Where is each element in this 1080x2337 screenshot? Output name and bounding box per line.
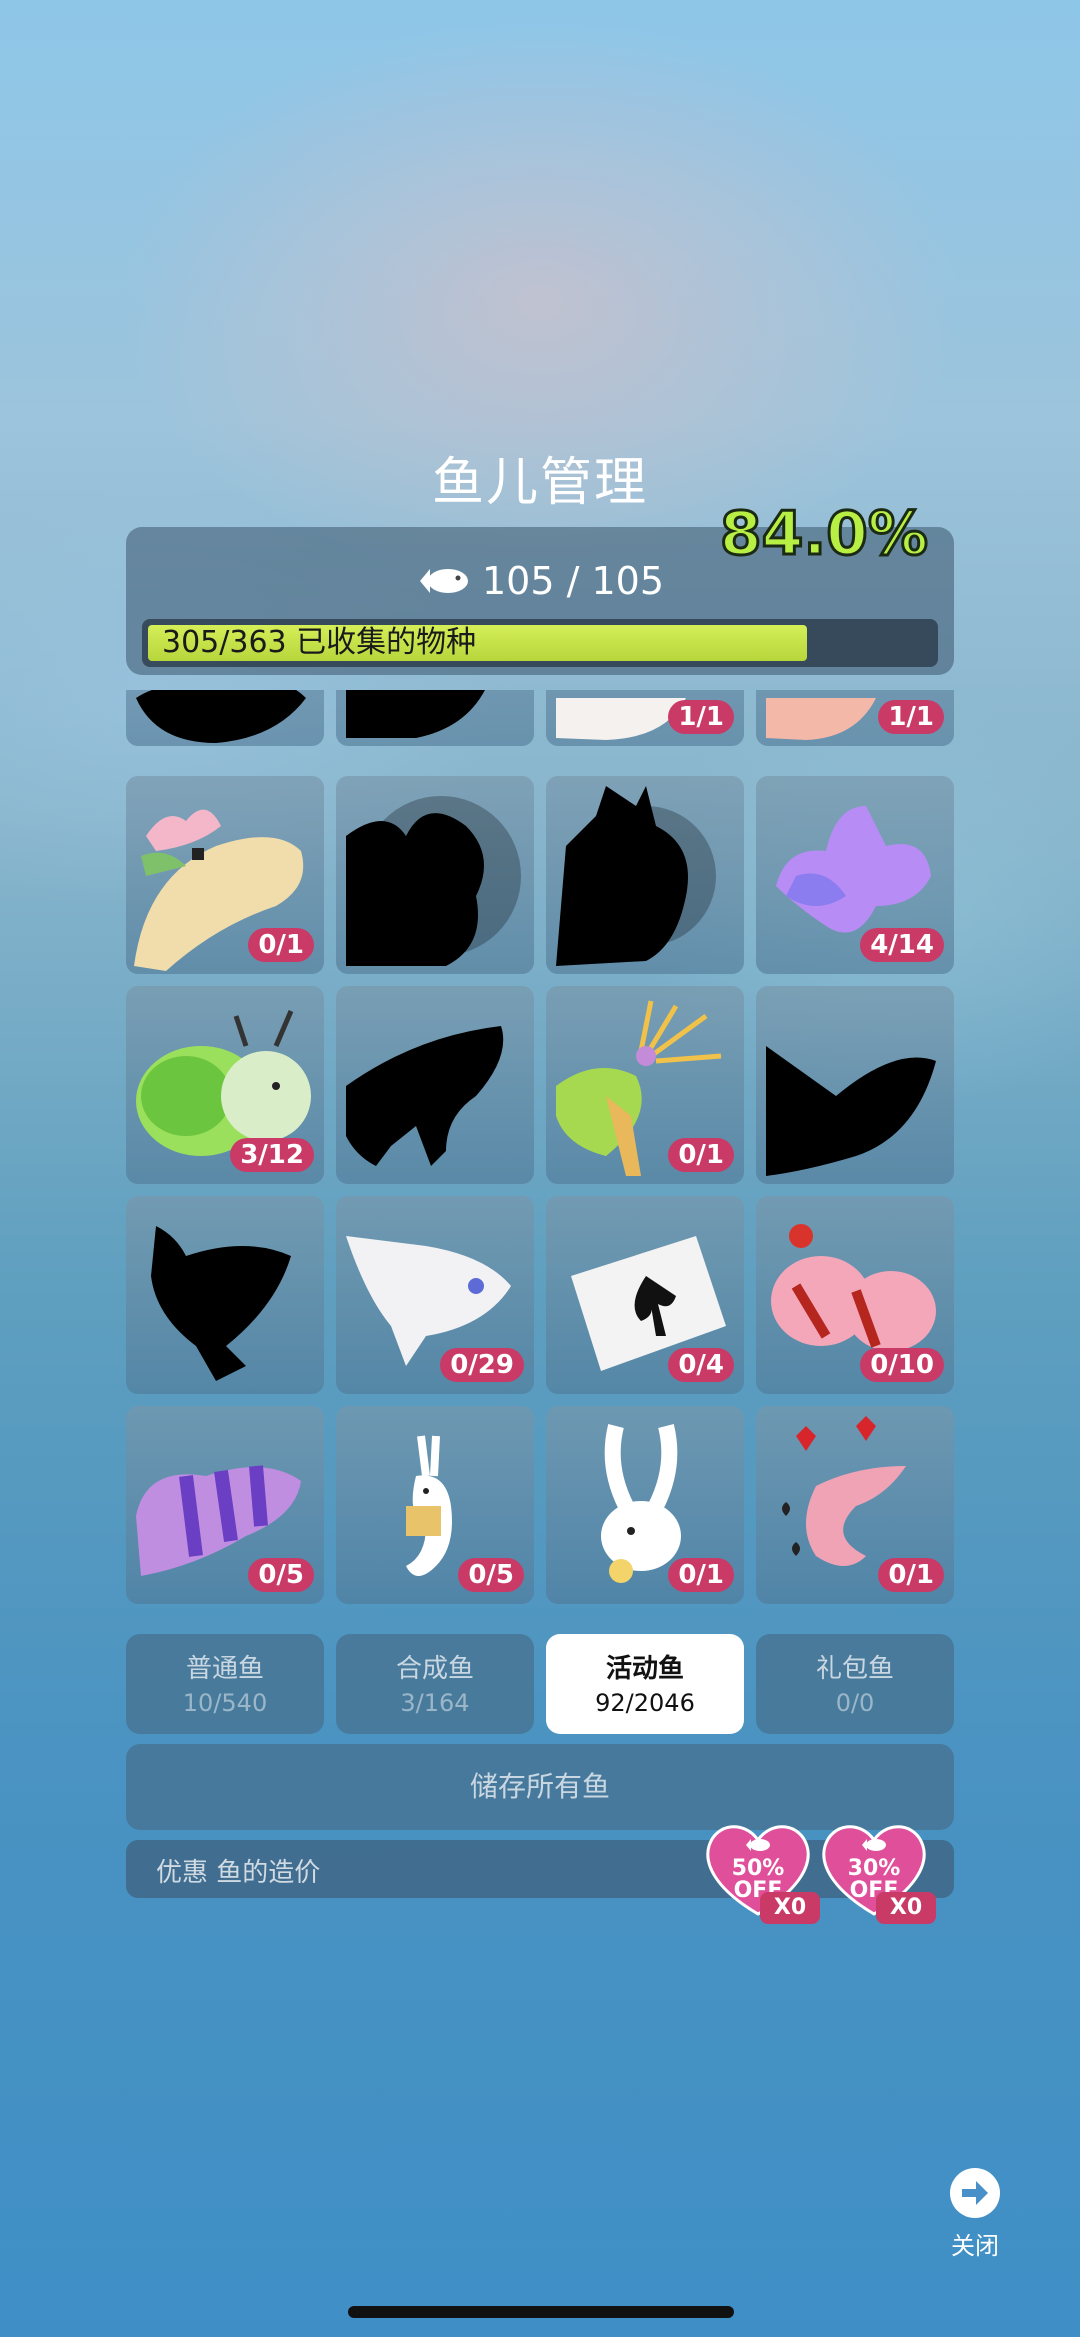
fish-card[interactable]: 0/1 bbox=[756, 1406, 954, 1604]
count-badge: 0/1 bbox=[878, 1558, 944, 1592]
count-badge: 1/1 bbox=[668, 700, 734, 734]
silhouette-fish-icon bbox=[766, 1046, 936, 1176]
fish-card[interactable]: 3/12 bbox=[126, 986, 324, 1184]
fish-icon bbox=[862, 1839, 886, 1851]
silhouette-fish-icon bbox=[346, 796, 521, 966]
fish-icon bbox=[746, 1839, 770, 1851]
fish-card[interactable]: 0/1 bbox=[126, 776, 324, 974]
coupon-quantity: X0 bbox=[760, 1892, 820, 1924]
tab-label: 活动鱼 bbox=[605, 1654, 684, 1684]
silhouette-fish-icon bbox=[136, 690, 306, 743]
collection-header: 105 / 105 305/363 已收集的物种 84.0% bbox=[126, 498, 954, 675]
fish-card[interactable]: 0/5 bbox=[126, 1406, 324, 1604]
count-badge: 4/14 bbox=[860, 928, 944, 962]
category-tabs: 普通鱼 10/540 合成鱼 3/164 活动鱼 92/2046 礼包鱼 0/0 bbox=[126, 1634, 954, 1734]
fish-card[interactable] bbox=[336, 986, 534, 1184]
tab-count: 0/0 bbox=[835, 1689, 875, 1717]
count-badge: 0/29 bbox=[440, 1348, 524, 1382]
fish-card[interactable]: 0/5 bbox=[336, 1406, 534, 1604]
fish-card[interactable] bbox=[336, 776, 534, 974]
silhouette-fish-icon bbox=[556, 786, 716, 966]
home-indicator[interactable] bbox=[348, 2306, 734, 2318]
collection-percent: 84.0% bbox=[718, 498, 929, 571]
tab-count: 92/2046 bbox=[595, 1689, 695, 1717]
fish-card[interactable] bbox=[546, 776, 744, 974]
fish-card[interactable]: 4/14 bbox=[756, 776, 954, 974]
tab-label: 普通鱼 bbox=[185, 1654, 264, 1684]
collection-progress-bar: 305/363 已收集的物种 bbox=[142, 619, 938, 667]
tab-normal-fish[interactable]: 普通鱼 10/540 bbox=[126, 1634, 324, 1734]
count-badge: 0/1 bbox=[248, 928, 314, 962]
tab-count: 10/540 bbox=[182, 1689, 268, 1717]
tab-count: 3/164 bbox=[400, 1689, 470, 1717]
count-badge: 0/5 bbox=[248, 1558, 314, 1592]
arrow-right-icon bbox=[950, 2168, 1000, 2218]
fish-icon bbox=[419, 569, 468, 593]
fish-card[interactable]: 0/1 bbox=[546, 1406, 744, 1604]
tab-event-fish[interactable]: 活动鱼 92/2046 bbox=[546, 1634, 744, 1734]
count-badge: 0/5 bbox=[458, 1558, 524, 1592]
close-button[interactable]: 关闭 bbox=[945, 2168, 1005, 2261]
count-badge: 0/1 bbox=[668, 1558, 734, 1592]
fish-card[interactable] bbox=[126, 1196, 324, 1394]
close-label: 关闭 bbox=[951, 2232, 999, 2260]
tab-label: 礼包鱼 bbox=[815, 1654, 894, 1684]
fish-card[interactable] bbox=[126, 690, 324, 746]
coupon-percent: 50% bbox=[731, 1856, 785, 1881]
coupon-50-off[interactable]: 50% OFF X0 bbox=[704, 1818, 820, 1926]
silhouette-fish-icon bbox=[346, 1026, 504, 1166]
tab-merged-fish[interactable]: 合成鱼 3/164 bbox=[336, 1634, 534, 1734]
fish-card[interactable]: 1/1 bbox=[756, 690, 954, 746]
fish-card[interactable]: 0/10 bbox=[756, 1196, 954, 1394]
count-badge: 0/1 bbox=[668, 1138, 734, 1172]
fish-card[interactable]: 0/29 bbox=[336, 1196, 534, 1394]
count-badge: 0/10 bbox=[860, 1348, 944, 1382]
collection-label: 305/363 已收集的物种 bbox=[162, 625, 477, 660]
coupon-quantity: X0 bbox=[876, 1892, 936, 1924]
fish-card[interactable] bbox=[336, 690, 534, 746]
fish-card[interactable]: 0/4 bbox=[546, 1196, 744, 1394]
fish-grid: 1/1 1/1 0/1 4/14 3/12 0/1 0/29 0/4 0/10 … bbox=[126, 690, 954, 1610]
count-badge: 1/1 bbox=[878, 700, 944, 734]
count-badge: 0/4 bbox=[668, 1348, 734, 1382]
silhouette-fish-icon bbox=[346, 690, 485, 738]
fish-card[interactable] bbox=[756, 986, 954, 1184]
fish-card[interactable]: 1/1 bbox=[546, 690, 744, 746]
fish-card[interactable]: 0/1 bbox=[546, 986, 744, 1184]
coupon-30-off[interactable]: 30% OFF X0 bbox=[820, 1818, 936, 1926]
discount-label: 优惠 鱼的造价 bbox=[156, 1858, 321, 1888]
tab-label: 合成鱼 bbox=[395, 1654, 474, 1684]
silhouette-fish-icon bbox=[151, 1226, 291, 1381]
tab-gift-fish[interactable]: 礼包鱼 0/0 bbox=[756, 1634, 954, 1734]
coupon-percent: 30% bbox=[847, 1856, 901, 1881]
count-badge: 3/12 bbox=[230, 1138, 314, 1172]
fish-count-value: 105 / 105 bbox=[481, 559, 665, 603]
